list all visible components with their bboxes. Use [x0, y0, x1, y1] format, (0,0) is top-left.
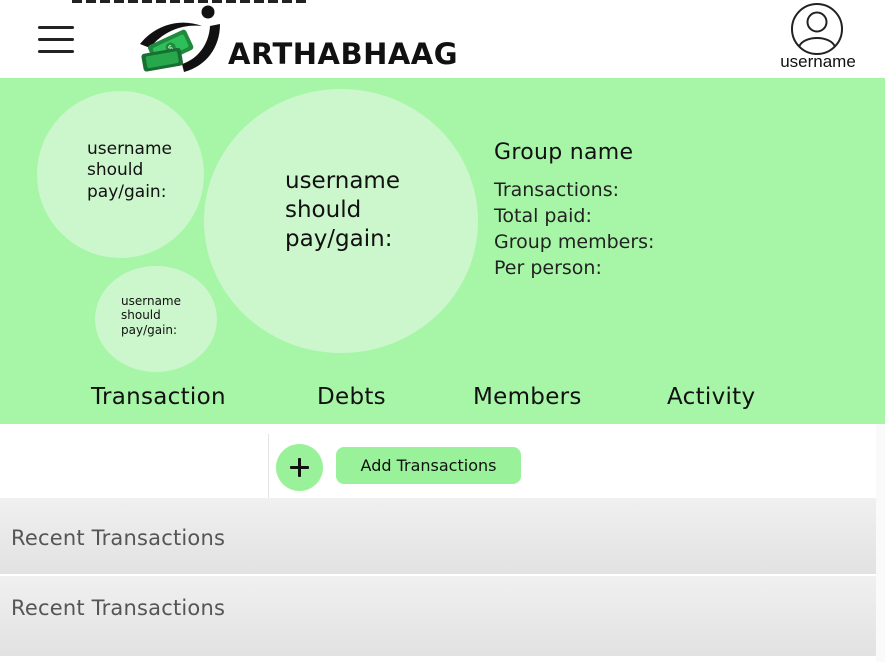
tab-debts[interactable]: Debts: [317, 384, 386, 410]
group-name: Group name: [494, 140, 634, 165]
profile-username: username: [780, 52, 856, 71]
tab-transaction[interactable]: Transaction: [91, 384, 226, 410]
recent-transactions-label: Recent Transactions: [11, 596, 226, 620]
content-divider: [268, 434, 269, 498]
money-person-logo: $: [140, 5, 220, 72]
brand-name: ARTHABHAAG: [228, 37, 459, 71]
member-balance-bubble: username should pay/gain:: [204, 89, 478, 353]
member-balance-text: username should pay/gain:: [285, 168, 400, 252]
user-circle-icon: [791, 3, 843, 55]
top-dashed-line: [72, 0, 308, 3]
hamburger-icon[interactable]: [38, 26, 74, 54]
member-balance-bubble: username should pay/gain:: [37, 91, 204, 258]
page-gutter: [876, 424, 885, 662]
member-balance-text: username should pay/gain:: [121, 294, 181, 337]
plus-icon[interactable]: [276, 444, 323, 491]
group-total-paid: Total paid:: [494, 205, 592, 227]
recent-transactions-label: Recent Transactions: [11, 526, 226, 550]
group-transactions: Transactions:: [494, 179, 619, 201]
recent-transactions-row[interactable]: Recent Transactions: [0, 576, 876, 656]
group-summary-panel: username should pay/gain: username shoul…: [0, 78, 885, 425]
tab-activity[interactable]: Activity: [667, 384, 755, 410]
group-per-person: Per person:: [494, 257, 602, 279]
recent-transactions-row[interactable]: Recent Transactions: [0, 498, 876, 574]
tab-bar: Transaction Debts Members Activity: [0, 384, 885, 424]
profile-button[interactable]: username: [768, 2, 868, 74]
member-balance-text: username should pay/gain:: [87, 139, 172, 202]
member-balance-bubble: username should pay/gain:: [95, 266, 217, 372]
add-transactions-button[interactable]: Add Transactions: [336, 447, 521, 484]
group-members-count: Group members:: [494, 231, 655, 253]
tab-members[interactable]: Members: [473, 384, 582, 410]
group-info: Group name Transactions: Total paid: Gro…: [494, 140, 654, 281]
top-bar: $ ARTHABHAAG username: [0, 0, 885, 78]
